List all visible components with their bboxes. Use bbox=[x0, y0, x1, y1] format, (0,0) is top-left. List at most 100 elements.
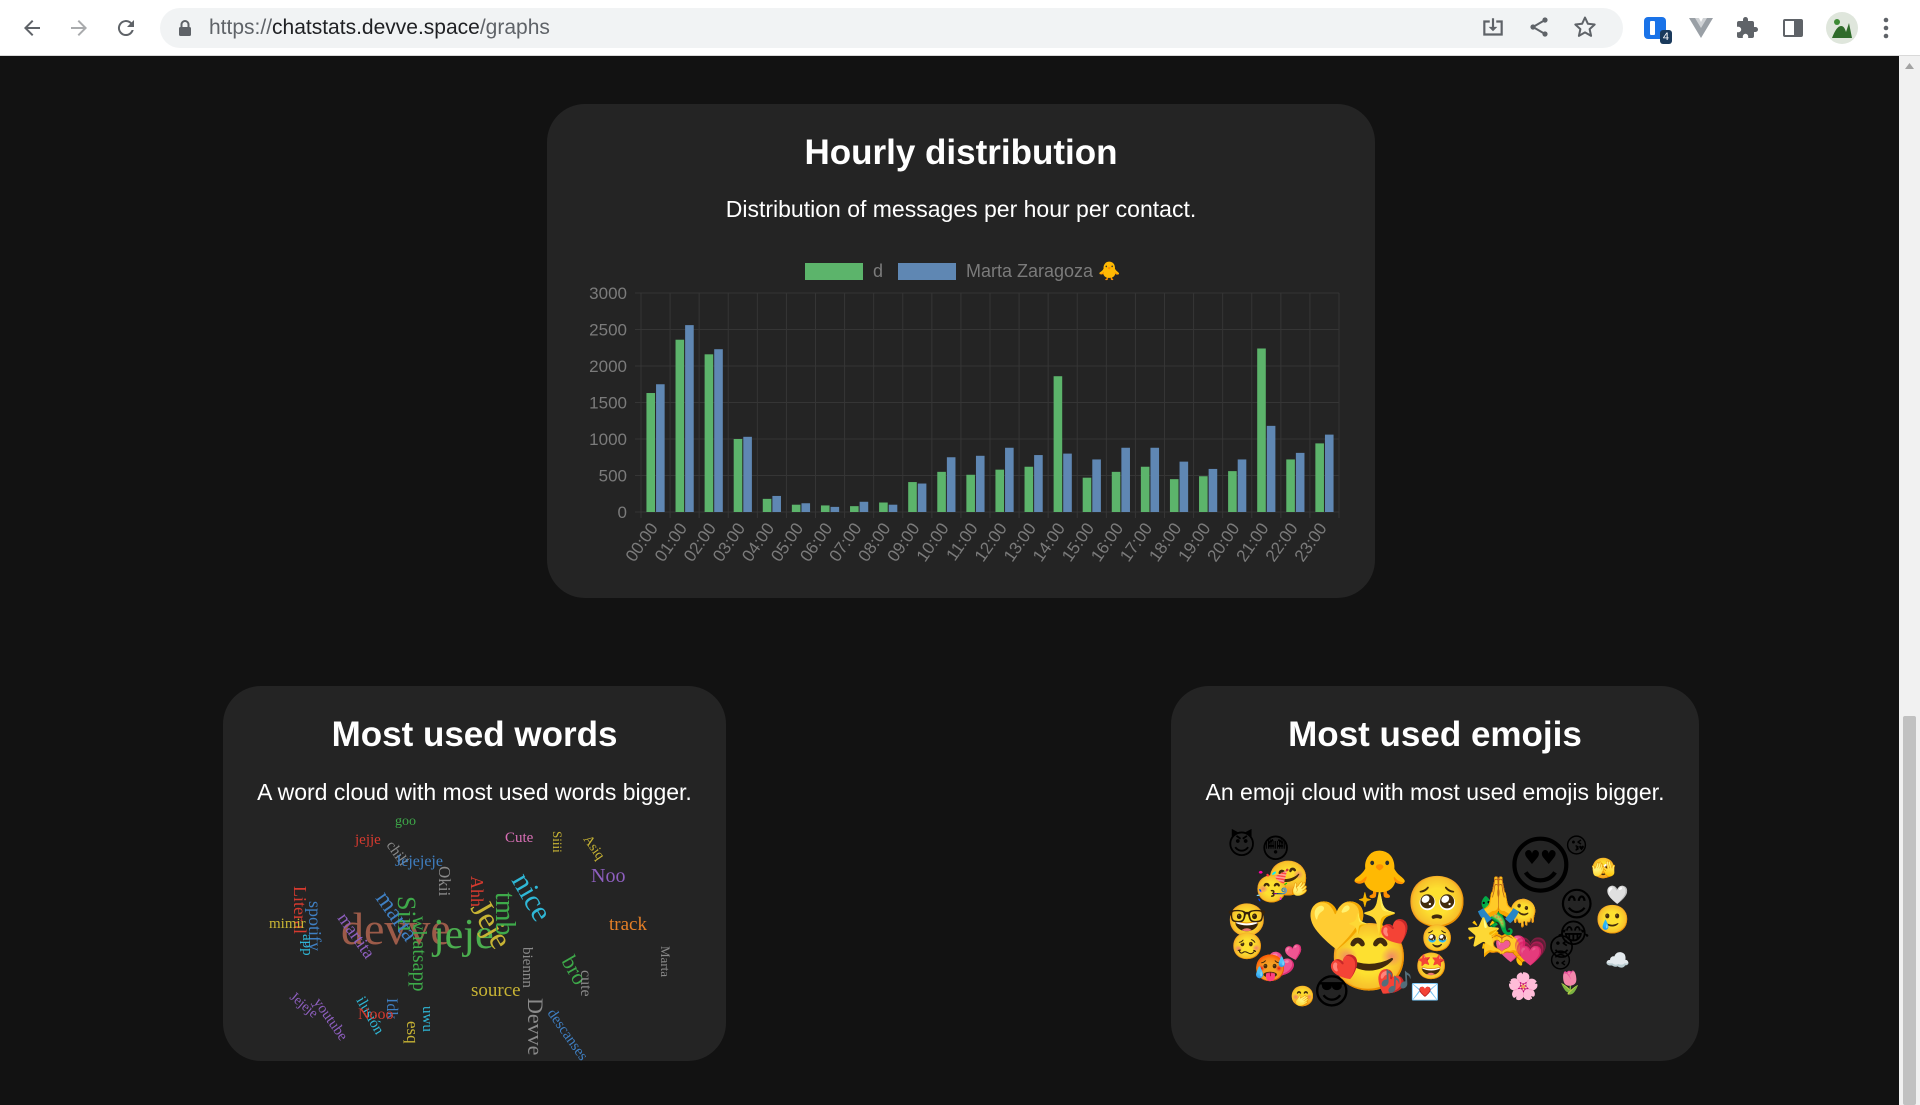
reload-button[interactable] bbox=[108, 10, 144, 46]
bar-d[interactable] bbox=[791, 504, 801, 512]
bar-d[interactable] bbox=[1286, 459, 1295, 512]
bar-marta[interactable] bbox=[685, 325, 694, 512]
bar-marta[interactable] bbox=[772, 495, 781, 512]
side-panel-button[interactable] bbox=[1775, 10, 1811, 46]
bar-d[interactable] bbox=[675, 339, 685, 512]
install-icon bbox=[1483, 18, 1503, 36]
bar-d[interactable] bbox=[1053, 376, 1063, 512]
y-tick-label: 2500 bbox=[589, 321, 627, 340]
bar-d[interactable] bbox=[966, 474, 975, 512]
browser-menu-button[interactable] bbox=[1871, 10, 1901, 46]
word-cloud-word: whatsapp bbox=[408, 916, 430, 992]
bar-marta[interactable] bbox=[1295, 452, 1305, 512]
bar-d[interactable] bbox=[1024, 466, 1034, 512]
bar-d[interactable] bbox=[937, 471, 946, 512]
emoji-cloud-item: 😎 bbox=[1313, 972, 1351, 1013]
word-cloud-word: Jejeje bbox=[286, 990, 320, 1022]
y-tick-label: 1500 bbox=[589, 394, 627, 413]
y-tick-label: 3000 bbox=[589, 284, 627, 303]
bar-marta[interactable] bbox=[1121, 447, 1130, 512]
bar-d[interactable] bbox=[1082, 477, 1092, 512]
bar-marta[interactable] bbox=[1237, 459, 1247, 512]
bar-d[interactable] bbox=[1257, 348, 1266, 512]
bar-marta[interactable] bbox=[888, 504, 898, 512]
word-cloud-word: mimir bbox=[269, 916, 306, 932]
extensions-button[interactable] bbox=[1729, 10, 1765, 46]
bar-marta[interactable] bbox=[1092, 459, 1101, 512]
extension-counter-button[interactable]: 4 bbox=[1637, 10, 1673, 46]
scroll-up-arrow-icon bbox=[1905, 63, 1914, 69]
share-button[interactable] bbox=[1527, 15, 1555, 43]
x-tick-label: 10:00 bbox=[913, 519, 953, 565]
bar-d[interactable] bbox=[879, 502, 888, 512]
y-tick-label: 0 bbox=[618, 503, 627, 522]
word-cloud-word: app bbox=[299, 934, 315, 956]
bar-d[interactable] bbox=[820, 505, 830, 512]
bar-marta[interactable] bbox=[1324, 434, 1334, 512]
url-host: chatstats.devve.space bbox=[272, 16, 480, 39]
emoji-cloud-item: 🤭 bbox=[1290, 984, 1315, 1008]
arrow-right-icon bbox=[71, 20, 87, 36]
word-cloud-word: esq bbox=[403, 1021, 422, 1044]
bar-marta[interactable] bbox=[1150, 447, 1160, 512]
x-tick-label: 23:00 bbox=[1291, 519, 1331, 565]
bar-marta[interactable] bbox=[1179, 461, 1189, 512]
bar-d[interactable] bbox=[1140, 466, 1150, 512]
word-cloud-word: youtube bbox=[310, 995, 351, 1044]
address-bar[interactable]: https://chatstats.devve.space/graphs bbox=[160, 8, 1623, 48]
bar-d[interactable] bbox=[762, 498, 772, 512]
bar-marta[interactable] bbox=[801, 503, 811, 512]
bar-marta[interactable] bbox=[1266, 425, 1276, 512]
emoji-cloud-item: 🥳 bbox=[1253, 869, 1291, 904]
bar-marta[interactable] bbox=[1005, 447, 1014, 512]
bar-d[interactable] bbox=[1199, 476, 1208, 512]
bar-marta[interactable] bbox=[830, 506, 840, 512]
bar-d[interactable] bbox=[1315, 443, 1324, 512]
page-scrollbar[interactable] bbox=[1899, 56, 1920, 1105]
bar-d[interactable] bbox=[908, 482, 917, 512]
bar-marta[interactable] bbox=[975, 455, 985, 512]
word-cloud-word: tmb bbox=[489, 892, 520, 936]
bar-marta[interactable] bbox=[1208, 468, 1218, 512]
profile-avatar[interactable] bbox=[1826, 12, 1858, 44]
emoji-cloud-item: 🙃 bbox=[1549, 949, 1572, 974]
bar-marta[interactable] bbox=[917, 483, 927, 512]
bar-d[interactable] bbox=[704, 354, 714, 512]
install-app-button[interactable] bbox=[1480, 15, 1508, 43]
bar-marta[interactable] bbox=[743, 436, 752, 512]
lock-icon bbox=[179, 20, 191, 36]
bar-d[interactable] bbox=[1111, 471, 1121, 512]
bar-marta[interactable] bbox=[946, 457, 956, 512]
emoji-cloud-item: 💌 bbox=[1410, 978, 1440, 1006]
vue-devtools-button[interactable] bbox=[1683, 10, 1719, 46]
emoji-cloud: 😍 🥰 🥺 😊 💛 ✨ 🐥 🤗 😳 😈 🥳 🤓 😘 💘 😎 💕 🥹 🫶 🦎 💌 🌸 🌷 ☁️ 🤭 🫠 🥲 😂 🙏 💗 🌟 😉 🫣 🤍 🥵 🙃 🤩 🥴 🎶 bbox=[1171, 686, 1699, 1061]
browser-toolbar: https://chatstats.devve.space/graphs 4 bbox=[0, 0, 1920, 56]
bar-d[interactable] bbox=[646, 393, 656, 512]
bar-d[interactable] bbox=[1228, 471, 1237, 512]
word-cloud: devvejejeJejenicetmbSiiimartaspotifyLite… bbox=[269, 814, 673, 1061]
vue-icon bbox=[1689, 18, 1713, 38]
bar-d[interactable] bbox=[733, 439, 743, 512]
star-icon bbox=[1574, 16, 1596, 37]
bar-marta[interactable] bbox=[714, 349, 723, 512]
bar-d[interactable] bbox=[1169, 479, 1179, 512]
word-cloud-word: Ahh bbox=[467, 876, 487, 907]
emoji-cloud-item: 💗 bbox=[1513, 935, 1548, 968]
emoji-cloud-item: 🐥 bbox=[1351, 847, 1409, 901]
reload-icon bbox=[117, 20, 134, 37]
bar-d[interactable] bbox=[995, 469, 1005, 512]
emoji-cloud-item: 😳 bbox=[1261, 832, 1291, 865]
forward-button[interactable] bbox=[61, 10, 97, 46]
bookmark-button[interactable] bbox=[1573, 15, 1601, 43]
bar-d[interactable] bbox=[850, 506, 859, 512]
word-cloud-word: Devve bbox=[523, 998, 548, 1055]
bar-marta[interactable] bbox=[859, 501, 869, 512]
emoji-cloud-item: 🌸 bbox=[1507, 972, 1540, 1002]
bar-marta[interactable] bbox=[1063, 453, 1072, 512]
scrollbar-thumb[interactable] bbox=[1903, 716, 1916, 1105]
bar-marta[interactable] bbox=[1034, 455, 1043, 512]
back-button[interactable] bbox=[14, 10, 50, 46]
bar-marta[interactable] bbox=[656, 384, 665, 512]
hourly-distribution-card: Hourly distribution Distribution of mess… bbox=[547, 104, 1375, 598]
url-scheme: https:// bbox=[209, 16, 273, 39]
